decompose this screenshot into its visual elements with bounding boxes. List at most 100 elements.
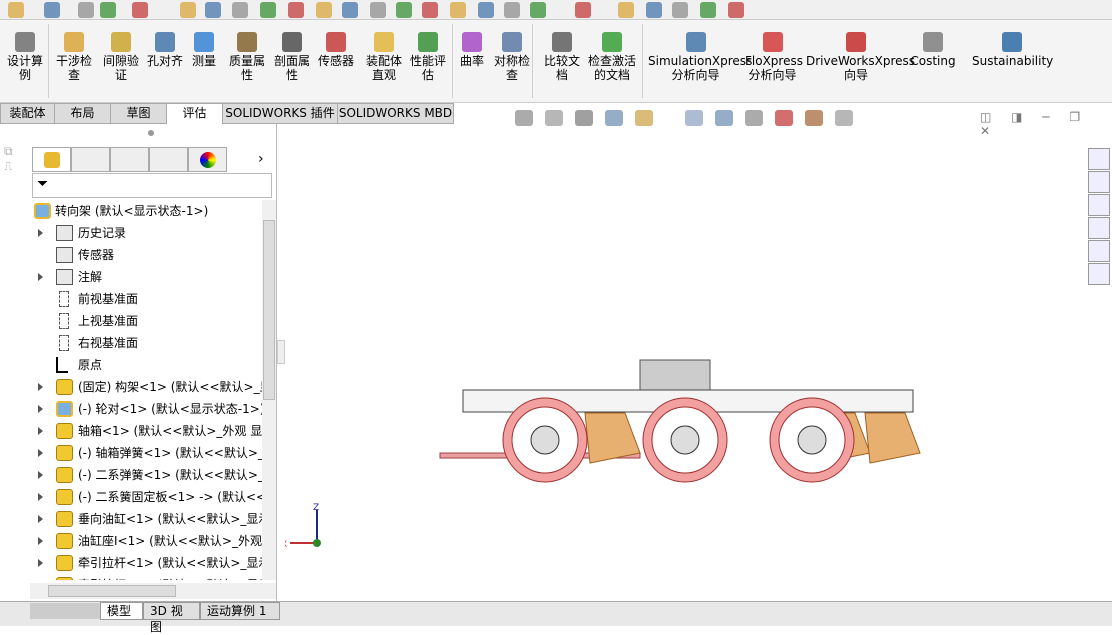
tab-configuration-manager[interactable] — [110, 147, 149, 172]
tree-item[interactable]: 前视基准面 — [0, 288, 262, 310]
ribbon-button-floxpress[interactable]: FloXpress 分析向导 — [745, 32, 803, 82]
toolbar-icon[interactable] — [100, 2, 116, 18]
tab-1[interactable]: 布局 — [54, 103, 111, 124]
tree-item[interactable]: 轴箱<1> (默认<<默认>_外观 显示状态 1>) — [0, 420, 262, 442]
tree-horizontal-scrollbar[interactable] — [30, 583, 276, 599]
toolbar-icon[interactable] — [530, 2, 546, 18]
tree-item[interactable]: 牵引拉杆<2> (默认<<默认>_显示状态 1>) — [0, 574, 262, 580]
ribbon-button-section-properties[interactable]: 剖面属 性 — [270, 32, 314, 82]
tree-item[interactable]: 上视基准面 — [0, 310, 262, 332]
expand-arrow-icon[interactable] — [38, 427, 43, 435]
tree-item[interactable]: 牵引拉杆<1> (默认<<默认>_显示状态 1>) — [0, 552, 262, 574]
display-style-icon[interactable] — [715, 110, 733, 126]
tree-item[interactable]: (固定) 构架<1> (默认<<默认>_显示状态 1>) — [0, 376, 262, 398]
tree-item[interactable]: 右视基准面 — [0, 332, 262, 354]
toolbar-icon[interactable] — [478, 2, 494, 18]
ribbon-button-measure[interactable]: 测量 — [188, 32, 220, 68]
tab-feature-manager[interactable] — [32, 147, 71, 172]
ribbon-button-mass-properties[interactable]: 质量属 性 — [225, 32, 269, 82]
expand-arrow-icon[interactable] — [38, 493, 43, 501]
tree-item[interactable]: (-) 二系簧固定板<1> -> (默认<<默认>_显示状态 1>) — [0, 486, 262, 508]
view-orientation-icon[interactable] — [685, 110, 703, 126]
edit-appearance-icon[interactable] — [775, 110, 793, 126]
graphics-area-model[interactable]: Z X — [285, 130, 1085, 600]
tree-item[interactable]: 垂向油缸<1> (默认<<默认>_显示状态 1>) — [0, 508, 262, 530]
ribbon-button-compare[interactable]: 比较文 档 — [540, 32, 584, 82]
ribbon-button-driveworks[interactable]: DriveWorksXpress 向导 — [806, 32, 915, 82]
expand-arrow-icon[interactable] — [38, 559, 43, 567]
toolbar-icon[interactable] — [450, 2, 466, 18]
expand-arrow-icon[interactable] — [38, 471, 43, 479]
ribbon-button-simulationxpress[interactable]: SimulationXpress 分析向导 — [648, 32, 752, 82]
view-settings-icon[interactable] — [835, 110, 853, 126]
tree-vertical-scrollbar[interactable] — [262, 200, 276, 580]
custom-properties-icon[interactable] — [1088, 263, 1110, 285]
toolbar-icon[interactable] — [232, 2, 248, 18]
ribbon-button-clearance[interactable]: 间隙验 证 — [99, 32, 143, 82]
file-explorer-icon[interactable] — [1088, 194, 1110, 216]
panel-collapse-handle[interactable] — [277, 340, 285, 364]
tree-item[interactable]: 原点 — [0, 354, 262, 376]
toolbar-icon[interactable] — [180, 2, 196, 18]
tab-dimxpert[interactable] — [149, 147, 188, 172]
toolbar-icon[interactable] — [618, 2, 634, 18]
ribbon-button-design-study[interactable]: 设计算 例 — [3, 32, 47, 82]
toolbar-icon[interactable] — [260, 2, 276, 18]
zoom-to-fit-icon[interactable] — [515, 110, 533, 126]
tab-4[interactable]: SOLIDWORKS 插件 — [222, 103, 338, 124]
home-icon[interactable] — [1088, 148, 1110, 170]
toolbar-icon[interactable] — [8, 2, 24, 18]
ribbon-button-curvature[interactable]: 曲率 — [457, 32, 487, 68]
design-library-icon[interactable] — [1088, 171, 1110, 193]
ribbon-button-interference[interactable]: 干涉检 查 — [52, 32, 96, 82]
toolbar-icon[interactable] — [44, 2, 60, 18]
tree-item[interactable]: 传感器 — [0, 244, 262, 266]
tab-display-manager[interactable] — [188, 147, 227, 172]
tab-scroll-buttons[interactable] — [30, 603, 100, 619]
expand-arrow-icon[interactable] — [38, 383, 43, 391]
tab-2[interactable]: 草图 — [110, 103, 167, 124]
ribbon-button-symmetry[interactable]: 对称检 查 — [490, 32, 534, 82]
expand-arrow-icon[interactable] — [38, 515, 43, 523]
toolbar-icon[interactable] — [504, 2, 520, 18]
toolbar-icon[interactable] — [132, 2, 148, 18]
toolbar-icon[interactable] — [396, 2, 412, 18]
filter-box[interactable]: ⏷ — [32, 173, 272, 198]
toolbar-icon[interactable] — [700, 2, 716, 18]
appearances-icon[interactable] — [1088, 240, 1110, 262]
tree-item[interactable]: 历史记录 — [0, 222, 262, 244]
tree-item[interactable]: (-) 轴箱弹簧<1> (默认<<默认>_显示状态 1>) — [0, 442, 262, 464]
tree-item[interactable]: 注解 — [0, 266, 262, 288]
tab-3[interactable]: 评估 — [166, 103, 223, 124]
bottom-tab-0[interactable]: 模型 — [100, 602, 143, 620]
hide-show-icon[interactable] — [745, 110, 763, 126]
expand-arrow-icon[interactable] — [38, 273, 43, 281]
toolbar-icon[interactable] — [342, 2, 358, 18]
toolbar-icon[interactable] — [422, 2, 438, 18]
expand-arrow-icon[interactable] — [38, 405, 43, 413]
tree-root[interactable]: 转向架 (默认<显示状态-1>) — [0, 200, 262, 222]
ribbon-button-assembly-visualization[interactable]: 装配体 直观 — [362, 32, 406, 82]
tree-item[interactable]: 油缸座I<1> (默认<<默认>_外观 显示状态 1>) — [0, 530, 262, 552]
toolbar-icon[interactable] — [316, 2, 332, 18]
zoom-area-icon[interactable] — [545, 110, 563, 126]
ribbon-button-costing[interactable]: Costing — [908, 32, 958, 68]
tab-property-manager[interactable] — [71, 147, 110, 172]
toolbar-icon[interactable] — [728, 2, 744, 18]
bottom-tab-2[interactable]: 运动算例 1 — [200, 602, 280, 620]
expand-arrow-icon[interactable] — [38, 229, 43, 237]
dynamic-annotation-icon[interactable] — [635, 110, 653, 126]
expand-tabs-chevron-icon[interactable]: › — [258, 151, 264, 167]
toolbar-icon[interactable] — [575, 2, 591, 18]
section-view-icon[interactable] — [605, 110, 623, 126]
previous-view-icon[interactable] — [575, 110, 593, 126]
toolbar-icon[interactable] — [370, 2, 386, 18]
scene-icon[interactable] — [805, 110, 823, 126]
tree-item[interactable]: (-) 二系弹簧<1> (默认<<默认>_显示状态 1>) — [0, 464, 262, 486]
toolbar-icon[interactable] — [205, 2, 221, 18]
toolbar-icon[interactable] — [78, 2, 94, 18]
toolbar-icon[interactable] — [672, 2, 688, 18]
toolbar-icon[interactable] — [288, 2, 304, 18]
ribbon-button-hole-align[interactable]: 孔对齐 — [145, 32, 185, 68]
panel-grip[interactable] — [148, 130, 154, 136]
